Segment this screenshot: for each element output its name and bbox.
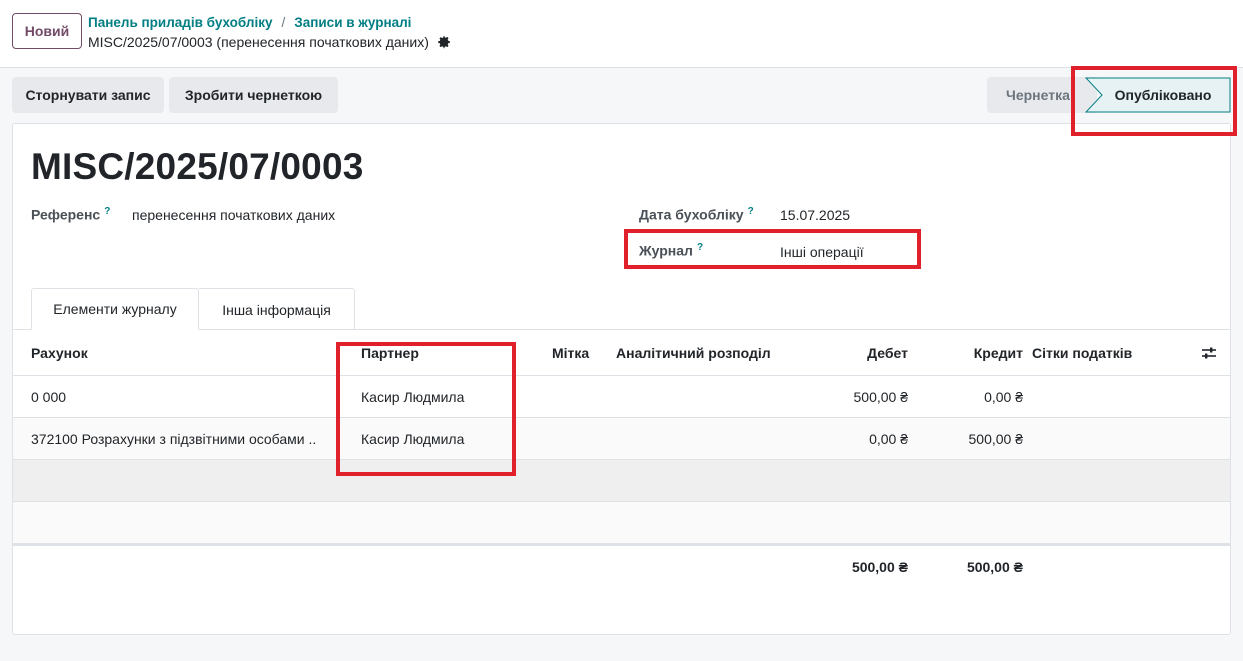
row-debit[interactable]: 500,00 ₴ — [803, 376, 909, 417]
reference-field[interactable]: перенесення початкових даних — [132, 207, 335, 223]
total-debit: 500,00 ₴ — [851, 559, 908, 575]
empty-table-row[interactable] — [13, 460, 1230, 502]
table-totals-row: 500,00 ₴ 500,00 ₴ — [13, 544, 1230, 588]
reset-to-draft-button[interactable]: Зробити чернеткою — [169, 77, 338, 113]
status-stage-posted-label: Опубліковано — [1114, 87, 1212, 103]
journal-field[interactable]: Інші операції — [780, 244, 864, 260]
breadcrumb-separator: / — [281, 14, 286, 30]
reference-label-text: Референс — [31, 206, 101, 223]
column-header-label[interactable]: Мітка — [552, 330, 612, 375]
row-partner[interactable]: Касир Людмила — [361, 418, 541, 459]
record-name-text: MISC/2025/07/0003 (перенесення початкови… — [88, 34, 429, 50]
table-row[interactable]: 372100 Розрахунки з підзвітними особами … — [13, 418, 1230, 460]
row-account[interactable]: 0 000 — [31, 376, 349, 417]
accounting-date-field[interactable]: 15.07.2025 — [780, 207, 850, 223]
gear-icon[interactable] — [437, 35, 451, 49]
row-credit[interactable]: 500,00 ₴ — [918, 418, 1024, 459]
column-header-account[interactable]: Рахунок — [31, 330, 349, 375]
accounting-date-label-text: Дата бухобліку — [639, 206, 744, 223]
status-stage-draft[interactable]: Чернетка — [987, 77, 1097, 113]
column-header-partner[interactable]: Партнер — [361, 330, 541, 375]
row-credit[interactable]: 0,00 ₴ — [918, 376, 1023, 417]
breadcrumb: Панель приладів бухобліку / Записи в жур… — [88, 13, 411, 31]
status-stage-posted[interactable]: Опубліковано — [1085, 77, 1231, 113]
journal-items-table: Рахунок Партнер Мітка Аналітичний розпод… — [13, 330, 1230, 588]
control-panel: Новий Панель приладів бухобліку / Записи… — [0, 0, 1243, 68]
journal-label: Журнал? — [639, 242, 703, 259]
new-button[interactable]: Новий — [12, 13, 82, 49]
tab-journal-items[interactable]: Елементи журналу — [31, 288, 199, 330]
reference-label: Референс? — [31, 206, 110, 223]
help-tooltip-icon[interactable]: ? — [748, 206, 754, 217]
column-header-debit[interactable]: Дебет — [803, 330, 908, 375]
column-settings-icon[interactable] — [1199, 330, 1219, 375]
reverse-entry-button[interactable]: Сторнувати запис — [12, 77, 164, 113]
tab-other-info[interactable]: Інша інформація — [199, 288, 355, 330]
column-header-analytic[interactable]: Аналітичний розподіл — [616, 330, 816, 375]
column-header-credit[interactable]: Кредит — [918, 330, 1023, 375]
total-credit: 500,00 ₴ — [966, 559, 1023, 575]
row-label[interactable] — [552, 418, 612, 459]
form-sheet: MISC/2025/07/0003 Референс? перенесення … — [12, 123, 1231, 635]
row-tax-grids[interactable] — [1032, 376, 1182, 417]
record-name: MISC/2025/07/0003 (перенесення початкови… — [88, 33, 451, 51]
help-tooltip-icon[interactable]: ? — [104, 206, 110, 217]
row-tax-grids[interactable] — [1032, 418, 1182, 459]
accounting-date-label: Дата бухобліку? — [639, 206, 754, 223]
breadcrumb-item-dashboard[interactable]: Панель приладів бухобліку — [88, 15, 273, 30]
row-account[interactable]: 372100 Розрахунки з підзвітними особами … — [31, 418, 349, 459]
row-analytic[interactable] — [616, 376, 816, 417]
column-header-tax-grids[interactable]: Сітки податків — [1032, 330, 1182, 375]
help-tooltip-icon[interactable]: ? — [697, 242, 703, 253]
breadcrumb-item-journal-entries[interactable]: Записи в журналі — [294, 15, 411, 30]
journal-label-text: Журнал — [639, 242, 693, 259]
row-partner[interactable]: Касир Людмила — [361, 376, 541, 417]
page-title: MISC/2025/07/0003 — [31, 146, 364, 187]
empty-table-row[interactable] — [13, 502, 1230, 544]
table-row[interactable]: 0 000 Касир Людмила 500,00 ₴ 0,00 ₴ — [13, 376, 1230, 418]
row-debit[interactable]: 0,00 ₴ — [803, 418, 908, 459]
row-label[interactable] — [552, 376, 612, 417]
notebook-tabs: Елементи журналу Інша інформація — [13, 288, 1230, 330]
row-analytic[interactable] — [616, 418, 816, 459]
table-header-row: Рахунок Партнер Мітка Аналітичний розпод… — [13, 330, 1230, 376]
